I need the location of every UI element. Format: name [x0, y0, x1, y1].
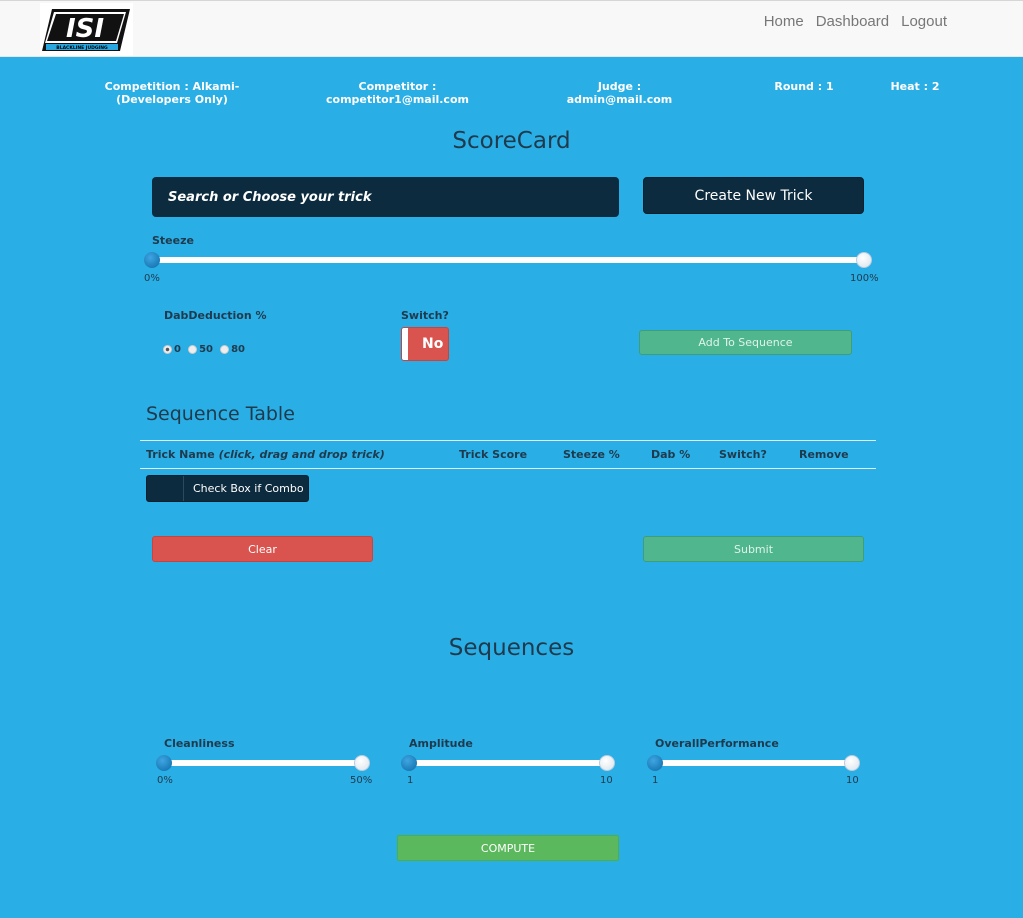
amplitude-slider-handle[interactable] — [401, 755, 417, 771]
steeze-max-label: 100% — [850, 273, 879, 284]
amplitude-slider-max-handle[interactable] — [599, 755, 615, 771]
table-header-border — [140, 468, 876, 469]
overall-performance-min-label: 1 — [652, 775, 659, 786]
combo-checkbox-toggle[interactable]: Check Box if Combo — [146, 475, 309, 502]
dab-radio-50[interactable] — [188, 345, 198, 354]
th-switch: Switch? — [719, 448, 767, 461]
dab-option-label-80: 80 — [231, 344, 245, 355]
th-trick-name-label: Trick Name — [146, 448, 215, 461]
overall-performance-max-label: 10 — [846, 775, 859, 786]
cleanliness-max-label: 50% — [350, 775, 373, 786]
cleanliness-slider-handle[interactable] — [156, 755, 172, 771]
trick-search-placeholder: Search or Choose your trick — [168, 189, 372, 205]
svg-text:ISI: ISI — [66, 14, 104, 44]
th-trick-name: Trick Name (click, drag and drop trick) — [146, 448, 385, 461]
switch-toggle-handle[interactable] — [402, 328, 408, 360]
cleanliness-slider-max-handle[interactable] — [354, 755, 370, 771]
th-dab: Dab % — [651, 448, 691, 461]
dab-option-label-0: 0 — [174, 344, 181, 355]
scorecard-title: ScoreCard — [452, 128, 571, 154]
switch-label: Switch? — [401, 309, 449, 322]
dab-option-label-50: 50 — [199, 344, 213, 355]
switch-toggle-value: No — [422, 336, 444, 352]
nav-logout-link[interactable]: Logout — [895, 13, 953, 30]
overall-performance-slider-track[interactable] — [655, 760, 852, 766]
clear-button[interactable]: Clear — [152, 536, 373, 562]
amplitude-slider-track[interactable] — [409, 760, 607, 766]
dab-radio-0[interactable] — [163, 345, 172, 354]
cleanliness-min-label: 0% — [157, 775, 173, 786]
nav-dashboard-link[interactable]: Dashboard — [810, 13, 895, 30]
steeze-min-label: 0% — [144, 273, 160, 284]
dab-radio-80[interactable] — [220, 345, 230, 354]
round-info: Round : 1 — [774, 80, 834, 93]
switch-toggle[interactable]: No — [401, 327, 449, 361]
steeze-slider-handle[interactable] — [144, 252, 160, 268]
logo[interactable]: ISI BLACKLINE JUDGING — [40, 3, 133, 56]
navbar: ISI BLACKLINE JUDGING Home Dashboard Log… — [0, 0, 1023, 57]
cleanliness-label: Cleanliness — [164, 737, 235, 750]
sequences-title: Sequences — [448, 635, 575, 661]
amplitude-label: Amplitude — [409, 737, 473, 750]
nav-home-link[interactable]: Home — [758, 13, 810, 30]
overall-performance-slider-max-handle[interactable] — [844, 755, 860, 771]
table-top-border — [140, 440, 876, 441]
competition-info: Competition : Alkami-(Developers Only) — [104, 80, 240, 106]
logo-image: ISI BLACKLINE JUDGING — [42, 9, 130, 51]
competitor-info: Competitor : competitor1@mail.com — [326, 80, 469, 106]
heat-info: Heat : 2 — [890, 80, 940, 93]
sequence-table-title: Sequence Table — [146, 403, 295, 425]
svg-text:BLACKLINE JUDGING: BLACKLINE JUDGING — [56, 45, 108, 51]
compute-button[interactable]: COMPUTE — [397, 835, 619, 861]
overall-performance-label: OverallPerformance — [655, 737, 779, 750]
th-trick-score: Trick Score — [459, 448, 528, 461]
th-steeze: Steeze % — [563, 448, 620, 461]
cleanliness-slider-track[interactable] — [164, 760, 362, 766]
amplitude-min-label: 1 — [407, 775, 414, 786]
th-remove: Remove — [799, 448, 849, 461]
steeze-label: Steeze — [152, 234, 194, 247]
nav-links: Home Dashboard Logout — [758, 13, 953, 30]
amplitude-max-label: 10 — [600, 775, 613, 786]
combo-toggle-label: Check Box if Combo — [193, 482, 304, 495]
trick-search-input[interactable]: Search or Choose your trick — [152, 177, 619, 217]
submit-button[interactable]: Submit — [643, 536, 864, 562]
combo-toggle-handle[interactable] — [147, 476, 184, 501]
dab-deduction-options: 0 50 80 — [163, 339, 247, 358]
steeze-slider-max-handle[interactable] — [856, 252, 872, 268]
judge-info: Judge : admin@mail.com — [566, 80, 673, 106]
overall-performance-slider-handle[interactable] — [647, 755, 663, 771]
add-to-sequence-button[interactable]: Add To Sequence — [639, 330, 852, 355]
dab-deduction-label: DabDeduction % — [164, 309, 267, 322]
th-trick-name-hint: (click, drag and drop trick) — [218, 448, 385, 461]
create-new-trick-button[interactable]: Create New Trick — [643, 177, 864, 214]
steeze-slider-track[interactable] — [152, 257, 864, 263]
